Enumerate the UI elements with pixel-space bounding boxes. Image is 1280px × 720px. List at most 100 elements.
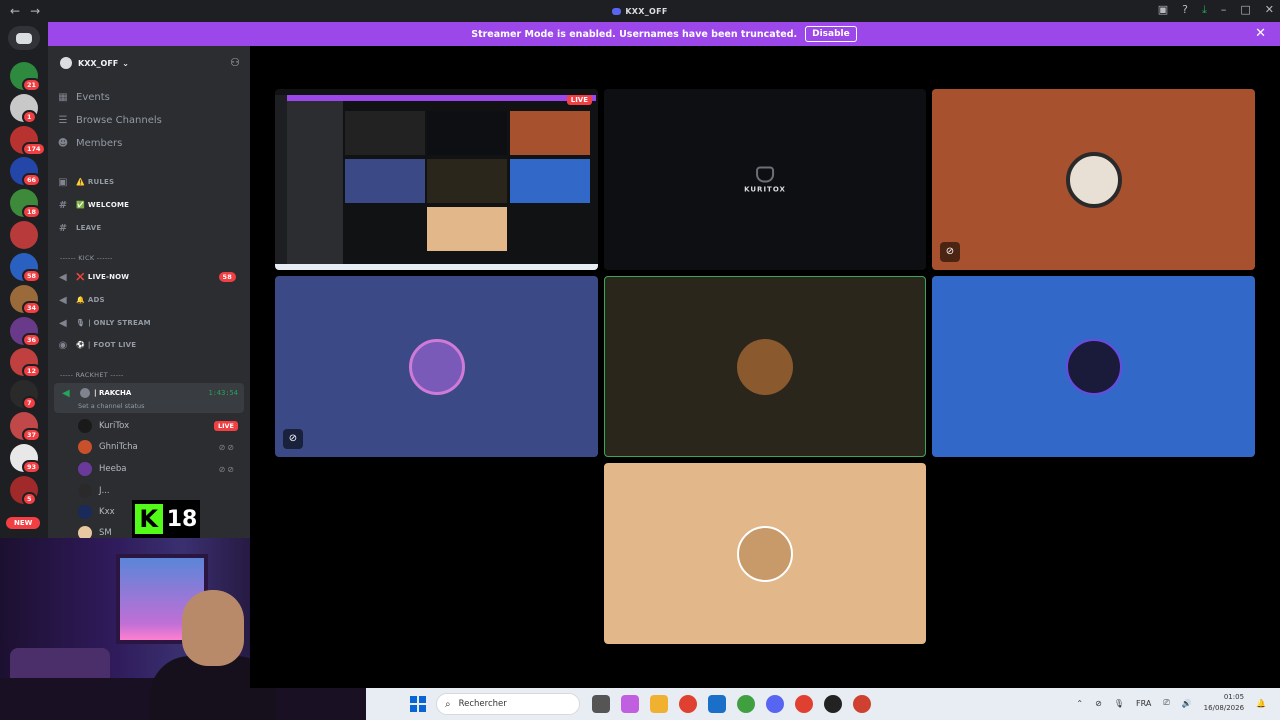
close-window-icon[interactable]: ✕ [1265,3,1274,17]
discord-taskbar-icon[interactable] [766,695,784,713]
voice-stage: LIVE KURITOX ⊘ ⊘ [250,46,1280,688]
window-controls: ▣ ? ⤓ – □ ✕ [1158,3,1274,17]
help-icon[interactable]: ? [1182,3,1188,17]
title-bar: ← → KXX_OFF ▣ ? ⤓ – □ ✕ [0,0,1280,22]
channel-welcome-label: WELCOME [87,201,130,209]
clock-date: 16/08/2026 [1203,704,1245,712]
muted-deafened-icon: ⊘⊘ [218,442,236,452]
voice-user[interactable]: J... [78,482,242,500]
deafened-icon[interactable]: ⊘ [283,429,303,449]
channel-sidebar: KXX_OFF ⌄ ⚇ ▦ Events ☰ Browse Channels ☻ Me… [48,46,250,538]
chrome-icon-3[interactable] [795,695,813,713]
webcam-person-head [182,590,244,666]
tile-heeba[interactable]: ⊘ [275,276,598,457]
voice-timer: 1:43:54 [208,389,238,397]
window-title: KXX_OFF [0,7,1280,16]
invite-people-icon[interactable]: ⚇ [230,56,240,69]
nav-members-label: Members [76,137,123,149]
obs-icon[interactable] [824,695,842,713]
kuritox-mark-icon [755,166,774,182]
server-icon [60,57,72,69]
server-mention-badge: 7 [22,396,37,410]
language-indicator[interactable]: FRA [1136,699,1151,708]
live-badge: LIVE [566,95,592,105]
voice-user-name: Kxx [99,507,115,517]
tile-ghnitcha[interactable]: ⊘ [932,89,1255,270]
server-icon[interactable] [10,221,38,249]
voice-channel-rakcha[interactable]: ◀ | RAKCHA 1:43:54 Set a channel status [54,383,244,413]
windows-start-icon[interactable] [410,696,426,712]
minimize-icon[interactable]: – [1221,3,1227,17]
new-badge[interactable]: NEW [6,517,41,529]
category-kick[interactable]: ------ KICK ------ [60,254,113,262]
tile-screen-share[interactable]: LIVE [275,89,598,270]
channel-foot-live[interactable]: ◉ ⚽ | FOOT LIVE [56,335,244,355]
user-avatar [78,484,92,498]
user-avatar [78,526,92,538]
server-mention-badge: 37 [22,428,42,442]
heeba-avatar [408,338,465,395]
chrome-icon-4[interactable] [853,695,871,713]
tile-j-speaking[interactable] [604,276,926,457]
tile-kuritox[interactable]: KURITOX [604,89,926,270]
server-mention-badge: 12 [22,364,42,378]
mini-heeba [345,159,425,203]
user-avatar [78,505,92,519]
copilot-icon[interactable] [621,695,639,713]
nav-events[interactable]: ▦ Events [56,87,244,107]
disable-button[interactable]: Disable [805,26,857,42]
channel-live-now[interactable]: ◀ ❌ LIVE-NOW 58 [56,267,244,287]
kuritox-label: KURITOX [744,185,786,193]
channel-leave-label: LEAVE [76,224,102,232]
chevron-down-icon: ⌄ [122,58,129,68]
channel-status[interactable]: Set a channel status [78,402,145,410]
volume-icon[interactable]: 🔊 [1182,699,1192,708]
close-banner-icon[interactable]: ✕ [1255,26,1266,41]
channel-foot-live-label: | FOOT LIVE [87,341,137,349]
voice-user-name: Heeba [99,464,127,474]
speaker-icon: ◀ [62,388,70,399]
tile-kxx[interactable] [932,276,1255,457]
clock-time: 01:05 [1223,693,1245,701]
maximize-icon[interactable]: □ [1240,3,1250,17]
server-mention-badge: 34 [22,301,42,315]
channel-leave[interactable]: # LEAVE [56,218,244,238]
discord-home-button[interactable] [8,26,40,50]
channel-rules[interactable]: ▣ ⚠️ RULES [56,172,244,192]
category-racket[interactable]: ----- RACKHET ----- [60,371,124,379]
banner-message: Streamer Mode is enabled. Usernames have… [471,28,798,40]
voice-user[interactable]: Heeba ⊘⊘ [78,460,242,478]
channel-welcome[interactable]: # ✅ WELCOME [56,195,244,215]
rules-icon: ▣ [58,176,68,188]
microphone-icon[interactable]: 🎙 [1114,699,1124,708]
chevron-up-icon[interactable]: ⌃ [1076,699,1083,708]
stage-channel-icon: ◉ [58,339,68,351]
nav-browse-label: Browse Channels [76,114,162,126]
nav-members[interactable]: ☻ Members [56,133,244,153]
download-icon[interactable]: ⤓ [1202,3,1207,17]
chrome-icon-2[interactable] [737,695,755,713]
inbox-icon[interactable]: ▣ [1158,3,1168,17]
hidden-icon[interactable]: ⊘ [1095,699,1102,708]
channel-only-stream[interactable]: ◀ 🎙 | ONLY STREAM [56,313,244,333]
taskbar-search[interactable]: ⌕ Rechercher [436,693,580,715]
notifications-icon[interactable]: 🔔 [1256,699,1266,708]
task-view-icon[interactable] [592,695,610,713]
server-header[interactable]: KXX_OFF ⌄ ⚇ [48,46,250,80]
voice-user[interactable]: GhniTcha ⊘⊘ [78,438,242,456]
voice-user[interactable]: KuriTox LIVE [78,417,242,435]
clock[interactable]: 01:05 16/08/2026 [1204,692,1244,714]
nav-browse-channels[interactable]: ☰ Browse Channels [56,110,244,130]
mini-kuritox [427,111,507,155]
tile-sm[interactable] [604,463,926,644]
hash-icon: # [58,199,68,211]
mini-sidebar [287,101,343,265]
file-explorer-icon[interactable] [650,695,668,713]
store-icon[interactable] [708,695,726,713]
chrome-icon[interactable] [679,695,697,713]
muted-deafened-icon: ⊘⊘ [218,464,236,474]
deafened-icon[interactable]: ⊘ [940,242,960,262]
live-now-emoji: ❌ [76,273,85,281]
network-icon[interactable]: ⎚ [1163,698,1169,708]
channel-ads[interactable]: ◀ 🔔 ADS [56,290,244,310]
